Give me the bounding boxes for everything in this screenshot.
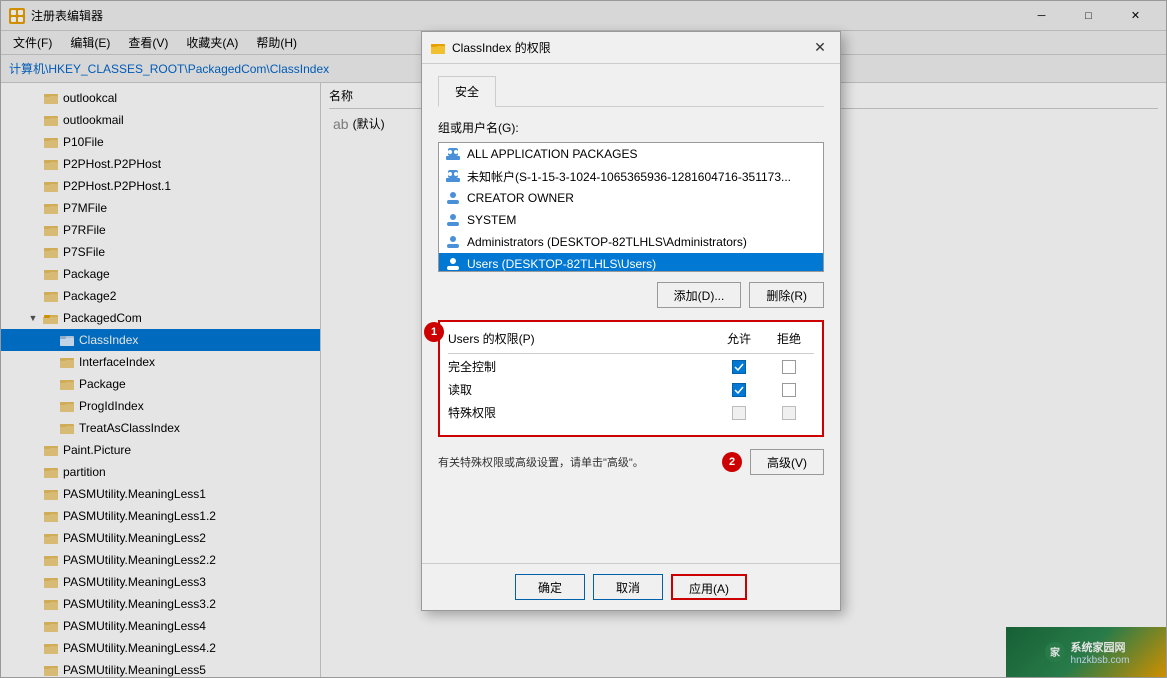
tab-security[interactable]: 安全 [438,76,496,107]
perm-special: 特殊权限 [448,404,814,421]
cancel-button[interactable]: 取消 [593,574,663,600]
user-icon [445,234,461,250]
checkbox-empty-icon [782,360,796,374]
group-icon [445,168,461,184]
perm-deny-checkbox-special[interactable] [764,406,814,420]
dialog-title: ClassIndex 的权限 [452,39,551,56]
perm-name-label: 读取 [448,383,472,397]
user-item-system[interactable]: SYSTEM [439,209,823,231]
checkbox-gray-icon [732,406,746,420]
user-action-buttons: 添加(D)... 删除(R) [438,282,824,308]
dialog-footer: 确定 取消 应用(A) [422,563,840,610]
checkbox-checked-icon [732,360,746,374]
permissions-wrapper: 1 Users 的权限(P) 允许 拒绝 [438,320,824,437]
annotation-2: 2 [722,452,742,472]
user-item-administrators[interactable]: Administrators (DESKTOP-82TLHLS\Administ… [439,231,823,253]
perm-allow-checkbox-read[interactable] [714,383,764,397]
user-name: Administrators (DESKTOP-82TLHLS\Administ… [467,235,747,249]
checkbox-checked-icon [732,383,746,397]
group-user-label: 组或用户名(G): [438,119,824,136]
user-item-creator-owner[interactable]: CREATOR OWNER [439,187,823,209]
annotation-1: 1 [424,322,444,342]
dialog-overlay: ClassIndex 的权限 ✕ 安全 组或用户名(G): [1,1,1166,677]
apply-button[interactable]: 应用(A) [671,574,747,600]
checkbox-gray-icon [782,406,796,420]
user-item-all-app-packages[interactable]: ALL APPLICATION PACKAGES [439,143,823,165]
perm-full-control: 完全控制 [448,358,814,375]
allow-label: 允许 [727,332,751,346]
advanced-row: 有关特殊权限或高级设置，请单击"高级"。 2 高级(V) [438,449,824,475]
dialog-content: 安全 组或用户名(G): [422,64,840,563]
user-icon [445,212,461,228]
perm-read: 读取 [448,381,814,398]
permissions-dialog: ClassIndex 的权限 ✕ 安全 组或用户名(G): [421,31,841,611]
advanced-hint-text: 有关特殊权限或高级设置，请单击"高级"。 [438,454,722,470]
user-icon [445,190,461,206]
dialog-title-left: ClassIndex 的权限 [430,39,551,56]
main-window: 注册表编辑器 ─ □ ✕ 文件(F) 编辑(E) 查看(V) 收藏夹(A) 帮助… [0,0,1167,678]
perm-deny-checkbox-full[interactable] [764,360,814,374]
tab-bar: 安全 [438,76,824,107]
perm-allow-checkbox-special[interactable] [714,406,764,420]
permissions-header: Users 的权限(P) 允许 拒绝 [448,330,814,347]
deny-label: 拒绝 [777,332,801,346]
user-item-unknown[interactable]: 未知帐户(S-1-15-3-1024-1065365936-1281604716… [439,165,823,187]
add-user-button[interactable]: 添加(D)... [657,282,742,308]
folder-title-icon [430,40,446,56]
user-name: ALL APPLICATION PACKAGES [467,147,638,161]
user-name: SYSTEM [467,213,516,227]
dialog-close-button[interactable]: ✕ [808,36,832,60]
permissions-label: Users 的权限(P) [448,332,535,346]
checkbox-empty-icon [782,383,796,397]
user-icon [445,256,461,272]
user-name: CREATOR OWNER [467,191,574,205]
perm-deny-checkbox-read[interactable] [764,383,814,397]
permissions-section: Users 的权限(P) 允许 拒绝 完全控 [438,320,824,437]
perm-allow-checkbox-full[interactable] [714,360,764,374]
perm-name-label: 特殊权限 [448,406,496,420]
dialog-title-bar: ClassIndex 的权限 ✕ [422,32,840,64]
users-list-box[interactable]: ALL APPLICATION PACKAGES 未知帐户(S-1-15-3-1… [438,142,824,272]
perm-name-label: 完全控制 [448,360,496,374]
advanced-button[interactable]: 高级(V) [750,449,824,475]
user-name: Users (DESKTOP-82TLHLS\Users) [467,257,656,271]
user-name: 未知帐户(S-1-15-3-1024-1065365936-1281604716… [467,168,791,185]
remove-user-button[interactable]: 删除(R) [749,282,824,308]
user-item-users[interactable]: Users (DESKTOP-82TLHLS\Users) [439,253,823,272]
ok-button[interactable]: 确定 [515,574,585,600]
group-icon [445,146,461,162]
